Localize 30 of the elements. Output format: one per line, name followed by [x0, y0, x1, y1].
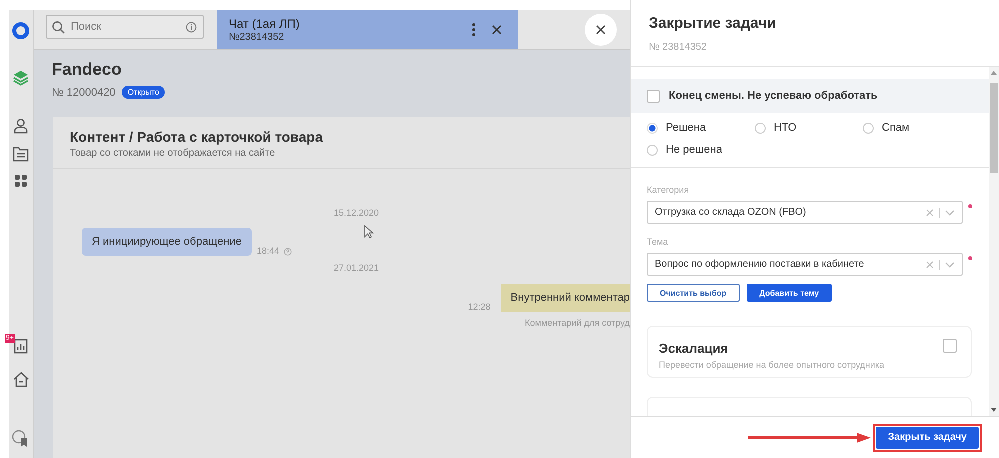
chat-tab[interactable]: Чат (1ая ЛП) №23814352 — [217, 10, 518, 49]
resolution-radio[interactable]: НТО — [755, 122, 863, 134]
ticket-title: Fandeco — [52, 60, 123, 80]
field-label: Тема — [647, 237, 668, 248]
message-time: 18:44 — [256, 246, 280, 256]
resolution-radio[interactable]: Не решена — [647, 144, 755, 156]
add-topic-button[interactable]: Добавить тему — [746, 284, 832, 302]
chat-title: Чат (1ая ЛП) — [229, 16, 301, 30]
escalation-title: Эскалация — [659, 341, 730, 356]
escalation-description: Перевести обращение на более опытного сотрудника — [659, 360, 886, 370]
message-time: 12:28 — [468, 302, 491, 312]
close-task-button[interactable]: Закрыть задачу — [876, 426, 979, 448]
dialog-number: № 23814352 — [649, 42, 708, 53]
date-label: 15.12.2020 — [334, 208, 380, 218]
end-shift-checkbox[interactable]: Конец смены. Не успеваю обработать — [631, 79, 989, 114]
chat-number: №23814352 — [229, 32, 286, 42]
comment-note: Комментарий для сотруд — [525, 318, 630, 328]
resolution-radio[interactable]: Решена — [647, 122, 755, 134]
dialog-title: Закрытие задачи — [649, 15, 778, 32]
date-label: 27.01.2021 — [334, 263, 380, 273]
topic-subtitle: Товар со стоками не отображается на сайте — [70, 148, 276, 159]
status-badge: Открыто — [122, 86, 166, 99]
message-bubble: Я инициирующее обращение — [82, 228, 252, 256]
ticket-number: № 12000420 — [52, 86, 116, 98]
comment-bubble: Внутренний комментар — [500, 284, 630, 312]
topic-title: Контент / Работа с карточкой товара — [70, 129, 324, 145]
field-label: Категория — [647, 185, 690, 196]
clear-button[interactable]: Очистить выбор — [647, 284, 740, 302]
resolution-radio[interactable]: Спам — [863, 122, 963, 134]
search-field[interactable]: Поиск — [46, 15, 204, 39]
